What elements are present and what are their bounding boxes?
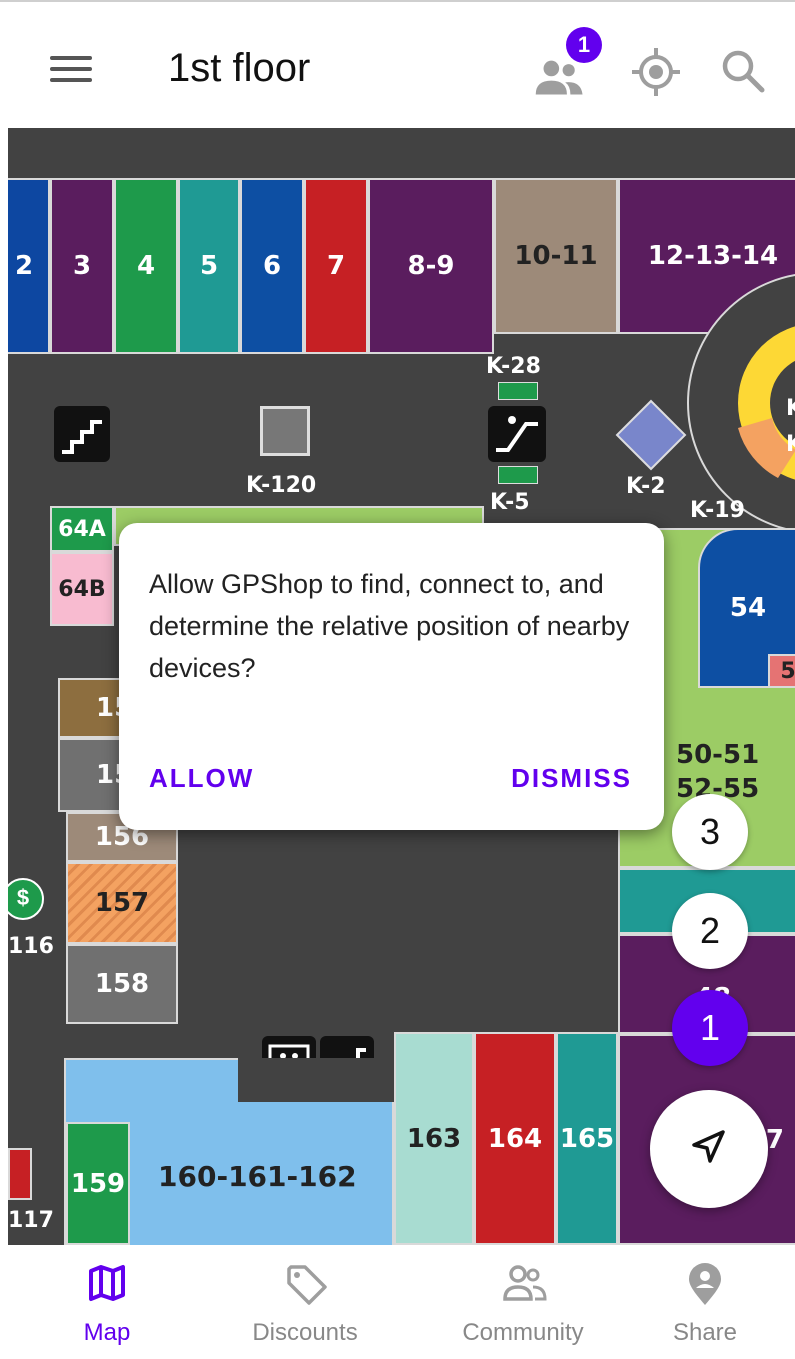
floor-button-1[interactable]: 1 bbox=[672, 990, 748, 1066]
shop[interactable]: 64A bbox=[50, 506, 114, 552]
shop[interactable]: 5 bbox=[178, 178, 240, 354]
nav-item-community[interactable]: Community bbox=[424, 1245, 622, 1359]
nav-item-share[interactable]: Share bbox=[606, 1245, 795, 1359]
kiosk-label: 116 bbox=[8, 934, 54, 959]
notification-badge: 1 bbox=[566, 27, 602, 63]
bottom-navigation: Map Discounts Community Share bbox=[0, 1245, 795, 1359]
dialog-message: Allow GPShop to find, connect to, and de… bbox=[149, 569, 630, 683]
page-title: 1st floor bbox=[168, 46, 311, 90]
community-icon bbox=[503, 1265, 547, 1301]
shop[interactable]: 2 bbox=[8, 178, 50, 354]
nav-label: Share bbox=[672, 1319, 738, 1346]
shop[interactable]: 158 bbox=[66, 944, 178, 1024]
shop[interactable]: 165 bbox=[556, 1032, 618, 1245]
kiosk-label: K-2 bbox=[626, 474, 666, 499]
shop[interactable]: 4 bbox=[114, 178, 178, 354]
shop[interactable]: 159 bbox=[66, 1122, 130, 1245]
kiosk-marker[interactable] bbox=[260, 406, 310, 456]
kiosk-label: K bbox=[786, 396, 795, 421]
nav-item-discounts[interactable]: Discounts bbox=[206, 1245, 404, 1359]
nav-label: Map bbox=[83, 1319, 131, 1346]
kiosk-label: K-5 bbox=[490, 490, 530, 515]
navigation-arrow-icon bbox=[692, 1130, 725, 1163]
nav-item-map[interactable]: Map bbox=[8, 1245, 206, 1359]
allow-button[interactable]: ALLOW bbox=[149, 763, 254, 794]
kiosk-label: 117 bbox=[8, 1208, 54, 1233]
shop[interactable]: 5 bbox=[768, 654, 795, 688]
permission-dialog: Allow GPShop to find, connect to, and de… bbox=[119, 523, 664, 830]
shop[interactable]: 164 bbox=[474, 1032, 556, 1245]
kiosk-marker[interactable] bbox=[615, 399, 687, 471]
kiosk-marker[interactable] bbox=[498, 382, 538, 400]
corridor bbox=[238, 1058, 394, 1102]
locate-icon[interactable] bbox=[630, 46, 682, 98]
nav-label: Discounts bbox=[252, 1319, 358, 1346]
menu-icon[interactable] bbox=[50, 52, 94, 86]
atm-icon: $ bbox=[8, 878, 44, 920]
floor-button-3[interactable]: 3 bbox=[672, 794, 748, 870]
search-icon[interactable] bbox=[718, 46, 770, 98]
kiosk-label: K-28 bbox=[486, 354, 541, 379]
shop[interactable]: 64B bbox=[50, 552, 114, 626]
shop[interactable]: 157 bbox=[66, 862, 178, 944]
escalator-icon bbox=[488, 406, 546, 462]
shop-label: 50-51 bbox=[676, 740, 760, 770]
kiosk-label: K-19 bbox=[690, 498, 745, 523]
share-location-icon bbox=[689, 1263, 721, 1305]
kiosk-marker[interactable] bbox=[498, 466, 538, 484]
shop-label: 160-161-162 bbox=[158, 1160, 357, 1193]
dismiss-button[interactable]: DISMISS bbox=[511, 763, 632, 794]
shop[interactable]: 10-11 bbox=[494, 178, 618, 334]
kiosk-label: K bbox=[786, 432, 795, 457]
shop[interactable]: 6 bbox=[240, 178, 304, 354]
app-bar: 1st floor 1 bbox=[0, 0, 795, 128]
shop[interactable]: 3 bbox=[50, 178, 114, 354]
tag-icon bbox=[287, 1265, 327, 1305]
shop[interactable]: 7 bbox=[304, 178, 368, 354]
shop[interactable] bbox=[8, 1148, 32, 1200]
shop[interactable]: 8-9 bbox=[368, 178, 494, 354]
shop[interactable]: 163 bbox=[394, 1032, 474, 1245]
stairs-icon bbox=[54, 406, 110, 462]
navigate-button[interactable] bbox=[650, 1090, 768, 1208]
nav-label: Community bbox=[462, 1319, 584, 1346]
central-atrium bbox=[687, 274, 795, 528]
kiosk-label: K-120 bbox=[246, 473, 317, 498]
floor-button-2[interactable]: 2 bbox=[672, 893, 748, 969]
map-icon bbox=[89, 1265, 125, 1301]
